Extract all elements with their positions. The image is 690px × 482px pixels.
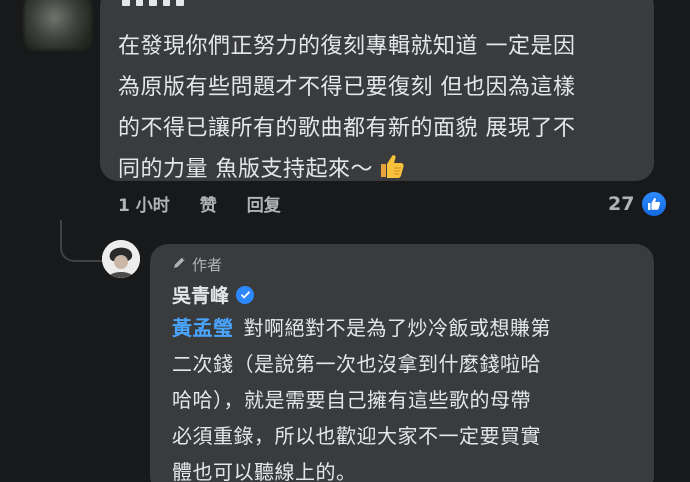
comment-thread: 在發現你們正努力的復刻專輯就知道 一定是因 為原版有些問題才不得已要復刻 但也因…	[0, 0, 690, 482]
author-badge: 作者	[172, 254, 222, 275]
reply-connector	[60, 220, 108, 262]
reply-author: 吳青峰	[172, 281, 255, 308]
reply-line: 哈哈），就是需要自己擁有這些歌的母帶	[172, 388, 531, 412]
author-avatar[interactable]	[102, 240, 140, 278]
reply-button[interactable]: 回复	[247, 191, 281, 216]
reply-line: 體也可以聽線上的。	[172, 460, 357, 482]
author-badge-label: 作者	[192, 256, 223, 274]
thumbs-up-icon	[377, 152, 405, 194]
mention-link[interactable]: 黃孟瑩	[172, 316, 234, 340]
commenter-name-cropped[interactable]	[122, 0, 184, 14]
comment-timestamp[interactable]: 1 小时	[118, 191, 170, 216]
comment-line-last: 同的力量 魚版支持起來～	[118, 149, 638, 194]
commenter-avatar[interactable]	[24, 0, 92, 50]
like-icon	[640, 190, 669, 218]
reaction-summary[interactable]: 27	[608, 190, 669, 218]
like-button[interactable]: 赞	[200, 191, 217, 216]
comment-line: 的不得已讓所有的歌曲都有新的面貌 展現了不	[118, 116, 576, 141]
reply-line: 必須重錄，所以也歡迎大家不一定要買實	[172, 424, 541, 448]
comment-line: 為原版有些問題才不得已要復刻 但也因為這樣	[118, 75, 576, 100]
reply-line-first: 黃孟瑩 對啊絕對不是為了炒冷飯或想賺第	[172, 310, 642, 346]
verified-badge-icon	[236, 285, 255, 304]
comment-actions: 1 小时 赞 回复	[118, 190, 281, 216]
comment-line: 在發現你們正努力的復刻專輯就知道 一定是因	[118, 34, 576, 59]
reaction-count: 27	[608, 193, 635, 215]
reply-line-text: 對啊絕對不是為了炒冷飯或想賺第	[243, 316, 551, 340]
pen-icon	[172, 255, 187, 274]
reply-author-name[interactable]: 吳青峰	[172, 281, 229, 308]
reply-text: 黃孟瑩 對啊絕對不是為了炒冷飯或想賺第 二次錢（是說第一次也沒拿到什麼錢啦哈 哈哈…	[172, 310, 642, 482]
comment-text: 在發現你們正努力的復刻專輯就知道 一定是因 為原版有些問題才不得已要復刻 但也因…	[118, 26, 638, 194]
comment-line-text: 同的力量 魚版支持起來～	[118, 157, 373, 182]
reply-line: 二次錢（是說第一次也沒拿到什麼錢啦哈	[172, 352, 541, 376]
